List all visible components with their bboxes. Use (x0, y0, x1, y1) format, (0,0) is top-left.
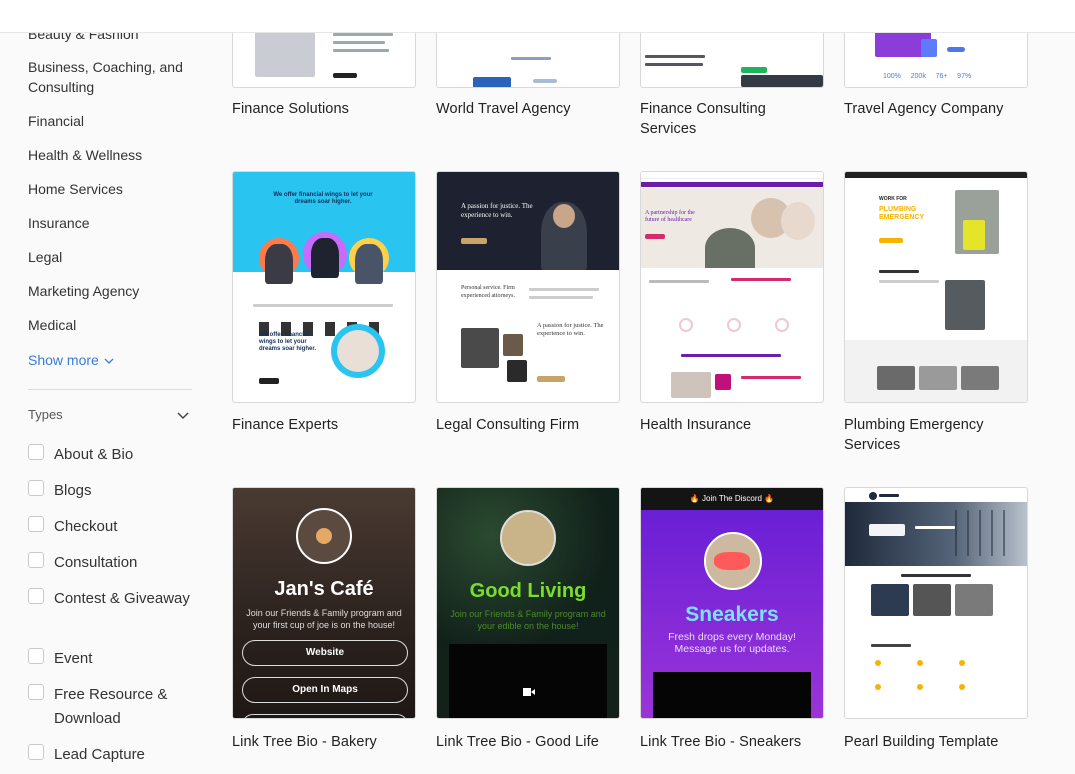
template-card-link-tree-good-life[interactable]: Good Living Join our Friends & Family pr… (436, 487, 620, 767)
category-financial[interactable]: Financial (28, 111, 193, 131)
filter-sidebar: Beauty & Fashion Business, Coaching, and… (0, 0, 205, 774)
checkbox[interactable] (28, 516, 44, 532)
template-title[interactable]: Finance Experts (232, 415, 416, 435)
category-insurance[interactable]: Insurance (28, 213, 193, 233)
video-camera-icon (523, 688, 535, 696)
type-label: About & Bio (54, 446, 134, 463)
template-card-health-insurance[interactable]: A partnership for the future of healthca… (640, 171, 824, 451)
category-legal[interactable]: Legal (28, 247, 193, 267)
preview-title: Sneakers (685, 603, 779, 626)
checkbox[interactable] (28, 444, 44, 460)
category-marketing-agency[interactable]: Marketing Agency (28, 281, 193, 301)
preview-maps-button: Open In Maps (242, 677, 408, 703)
preview-headline: A passion for justice. The experience to… (461, 202, 533, 219)
preview-headline: PLUMBING EMERGENCY (879, 206, 925, 221)
type-label: Blogs (54, 482, 92, 499)
types-label: Types (28, 407, 63, 422)
template-title[interactable]: Finance Solutions (232, 99, 416, 119)
type-filter-event[interactable]: Event (28, 647, 198, 671)
top-bar (0, 0, 1075, 33)
template-title[interactable]: Health Insurance (640, 415, 824, 435)
show-more-link[interactable]: Show more (28, 350, 114, 370)
checkbox[interactable] (28, 744, 44, 760)
type-filter-about-bio[interactable]: About & Bio (28, 443, 198, 467)
category-medical[interactable]: Medical (28, 315, 193, 335)
chevron-down-icon (104, 358, 114, 364)
preview-headline: A partnership for the future of healthca… (645, 210, 695, 223)
template-title[interactable]: World Travel Agency (436, 99, 620, 119)
preview-website-button: Website (242, 640, 408, 666)
category-health-wellness[interactable]: Health & Wellness (28, 145, 193, 165)
travel-stats: 100% 200k 76+ 97% (883, 73, 972, 80)
checkbox[interactable] (28, 552, 44, 568)
type-label: Checkout (54, 518, 118, 535)
type-label: Free Resource & Download (54, 686, 168, 727)
template-title[interactable]: Plumbing Emergency Services (844, 415, 1028, 455)
type-filter-contest-giveaway[interactable]: Contest & Giveaway (28, 587, 198, 635)
template-thumbnail[interactable]: Jan's Café Join our Friends & Family pro… (232, 487, 416, 719)
template-card-legal-consulting[interactable]: A passion for justice. The experience to… (436, 171, 620, 451)
type-label: Consultation (54, 554, 138, 571)
checkbox[interactable] (28, 648, 44, 664)
template-thumbnail[interactable]: We offer financial wings to let your dre… (232, 171, 416, 403)
template-thumbnail[interactable] (844, 487, 1028, 719)
template-thumbnail[interactable]: A partnership for the future of healthca… (640, 171, 824, 403)
checkbox[interactable] (28, 588, 44, 604)
template-thumbnail[interactable]: WORK FOR PLUMBING EMERGENCY (844, 171, 1028, 403)
template-card-finance-experts[interactable]: We offer financial wings to let your dre… (232, 171, 416, 451)
logo (869, 492, 877, 500)
category-home-services[interactable]: Home Services (28, 179, 193, 199)
template-card-link-tree-sneakers[interactable]: 🔥 Join The Discord 🔥 Sneakers Fresh drop… (640, 487, 824, 767)
preview-banner: 🔥 Join The Discord 🔥 (641, 488, 823, 510)
video-player (449, 644, 607, 718)
template-title[interactable]: Finance Consulting Services (640, 99, 824, 139)
template-thumbnail[interactable]: A passion for justice. The experience to… (436, 171, 620, 403)
type-filter-blogs[interactable]: Blogs (28, 479, 198, 503)
type-label: Event (54, 650, 93, 667)
preview-title: Good Living (469, 580, 587, 602)
template-title[interactable]: Link Tree Bio - Bakery (232, 732, 416, 752)
sidebar-divider (28, 389, 192, 390)
preview-headline: We offer financial wings to let your dre… (273, 192, 373, 205)
show-more-label: Show more (28, 352, 99, 368)
type-label: Lead Capture (54, 746, 145, 763)
type-filter-consultation[interactable]: Consultation (28, 551, 198, 575)
type-label: Contest & Giveaway (54, 590, 190, 607)
template-thumbnail[interactable]: Good Living Join our Friends & Family pr… (436, 487, 620, 719)
template-title[interactable]: Link Tree Bio - Sneakers (640, 732, 824, 752)
type-filter-lead-capture[interactable]: Lead Capture (28, 743, 198, 767)
type-filter-free-resource[interactable]: Free Resource & Download (28, 683, 198, 731)
checkbox[interactable] (28, 684, 44, 700)
template-title[interactable]: Travel Agency Company (844, 99, 1028, 119)
checkbox[interactable] (28, 480, 44, 496)
category-business-coaching[interactable]: Business, Coaching, and Consulting (28, 57, 193, 97)
template-card-plumbing-emergency[interactable]: WORK FOR PLUMBING EMERGENCY Plumbing Eme… (844, 171, 1028, 471)
template-title[interactable]: Pearl Building Template (844, 732, 1028, 752)
preview-title: Jan's Café (274, 578, 374, 600)
types-section-header[interactable]: Types (28, 407, 192, 427)
type-filter-checkout[interactable]: Checkout (28, 515, 198, 539)
chevron-down-icon (177, 412, 189, 420)
template-thumbnail[interactable]: 🔥 Join The Discord 🔥 Sneakers Fresh drop… (640, 487, 824, 719)
video-player (653, 672, 811, 718)
template-card-pearl-building[interactable]: Pearl Building Template (844, 487, 1028, 767)
template-card-link-tree-bakery[interactable]: Jan's Café Join our Friends & Family pro… (232, 487, 416, 767)
avatar (500, 510, 556, 566)
template-title[interactable]: Legal Consulting Firm (436, 415, 620, 435)
template-title[interactable]: Link Tree Bio - Good Life (436, 732, 620, 752)
